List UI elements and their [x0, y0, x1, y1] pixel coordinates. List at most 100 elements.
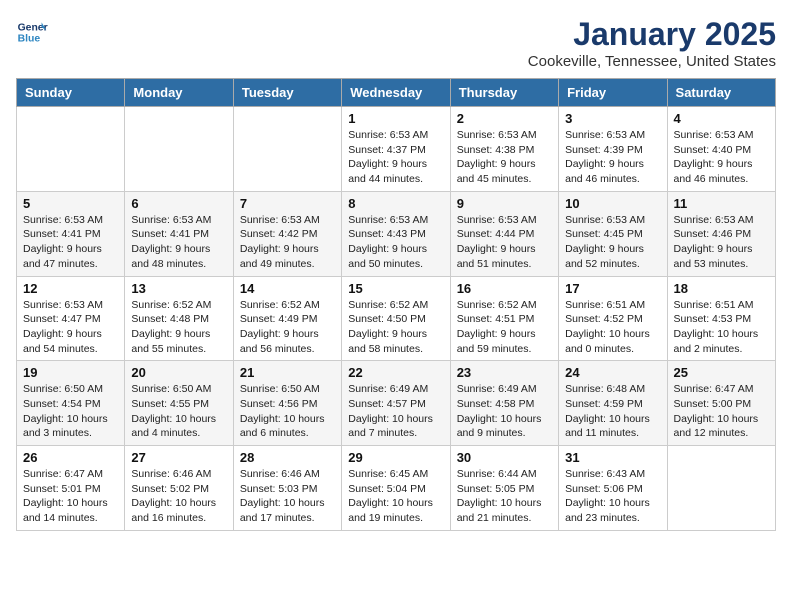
- day-info: Sunrise: 6:45 AM Sunset: 5:04 PM Dayligh…: [348, 467, 443, 526]
- calendar-header-row: SundayMondayTuesdayWednesdayThursdayFrid…: [17, 79, 776, 107]
- day-number: 15: [348, 281, 443, 296]
- day-number: 11: [674, 196, 769, 211]
- calendar-cell: 1Sunrise: 6:53 AM Sunset: 4:37 PM Daylig…: [342, 107, 450, 192]
- page-header: General Blue January 2025 Cookeville, Te…: [16, 16, 776, 70]
- day-number: 10: [565, 196, 660, 211]
- calendar-week-3: 12 Sunrise: 6:53 AM Sunset: 4:47 PM Dayli…: [17, 276, 776, 361]
- day-number: 9: [457, 196, 552, 211]
- day-number: 26: [23, 450, 118, 465]
- calendar-cell: 2 Sunrise: 6:53 AM Sunset: 4:38 PM Daylig…: [450, 107, 558, 192]
- day-info: Sunrise: 6:53 AM Sunset: 4:46 PM Dayligh…: [674, 213, 769, 272]
- day-number: 13: [131, 281, 226, 296]
- day-header-sunday: Sunday: [17, 79, 125, 107]
- day-number: 5: [23, 196, 118, 211]
- day-number: 31: [565, 450, 660, 465]
- day-info: Sunrise: 6:51 AM Sunset: 4:52 PM Dayligh…: [565, 298, 660, 357]
- day-number: 2: [457, 111, 552, 126]
- calendar-cell: [667, 446, 775, 531]
- day-info: Sunrise: 6:52 AM Sunset: 4:50 PM Dayligh…: [348, 298, 443, 357]
- day-number: 6: [131, 196, 226, 211]
- day-number: 16: [457, 281, 552, 296]
- logo-icon: General Blue: [16, 16, 48, 48]
- day-info: Sunrise: 6:47 AM Sunset: 5:00 PM Dayligh…: [674, 382, 769, 441]
- calendar-cell: 23 Sunrise: 6:49 AM Sunset: 4:58 PM Dayli…: [450, 361, 558, 446]
- main-title: January 2025: [528, 16, 776, 53]
- day-info: Sunrise: 6:53 AM Sunset: 4:44 PM Dayligh…: [457, 213, 552, 272]
- day-info: Sunrise: 6:53 AM Sunset: 4:45 PM Dayligh…: [565, 213, 660, 272]
- day-info: Sunrise: 6:53 AM Sunset: 4:41 PM Dayligh…: [23, 213, 118, 272]
- calendar-cell: 15 Sunrise: 6:52 AM Sunset: 4:50 PM Dayli…: [342, 276, 450, 361]
- calendar-cell: [233, 107, 341, 192]
- day-info: Sunrise: 6:53 AM Sunset: 4:41 PM Dayligh…: [131, 213, 226, 272]
- day-info: Sunrise: 6:50 AM Sunset: 4:54 PM Dayligh…: [23, 382, 118, 441]
- calendar-cell: 27 Sunrise: 6:46 AM Sunset: 5:02 PM Dayli…: [125, 446, 233, 531]
- day-header-wednesday: Wednesday: [342, 79, 450, 107]
- day-number: 18: [674, 281, 769, 296]
- day-number: 4: [674, 111, 769, 126]
- calendar-cell: 21Sunrise: 6:50 AM Sunset: 4:56 PM Dayli…: [233, 361, 341, 446]
- calendar-cell: 30Sunrise: 6:44 AM Sunset: 5:05 PM Dayli…: [450, 446, 558, 531]
- day-info: Sunrise: 6:49 AM Sunset: 4:58 PM Dayligh…: [457, 382, 552, 441]
- calendar-cell: 29Sunrise: 6:45 AM Sunset: 5:04 PM Dayli…: [342, 446, 450, 531]
- calendar-cell: 26 Sunrise: 6:47 AM Sunset: 5:01 PM Dayli…: [17, 446, 125, 531]
- title-block: January 2025 Cookeville, Tennessee, Unit…: [528, 16, 776, 70]
- day-number: 17: [565, 281, 660, 296]
- day-header-saturday: Saturday: [667, 79, 775, 107]
- day-info: Sunrise: 6:53 AM Sunset: 4:43 PM Dayligh…: [348, 213, 443, 272]
- calendar-cell: 5 Sunrise: 6:53 AM Sunset: 4:41 PM Daylig…: [17, 191, 125, 276]
- calendar-cell: 14 Sunrise: 6:52 AM Sunset: 4:49 PM Dayli…: [233, 276, 341, 361]
- calendar-cell: 11 Sunrise: 6:53 AM Sunset: 4:46 PM Dayli…: [667, 191, 775, 276]
- calendar-cell: 9 Sunrise: 6:53 AM Sunset: 4:44 PM Daylig…: [450, 191, 558, 276]
- day-header-friday: Friday: [559, 79, 667, 107]
- calendar-cell: 28 Sunrise: 6:46 AM Sunset: 5:03 PM Dayli…: [233, 446, 341, 531]
- day-number: 12: [23, 281, 118, 296]
- day-info: Sunrise: 6:52 AM Sunset: 4:48 PM Dayligh…: [131, 298, 226, 357]
- day-number: 19: [23, 365, 118, 380]
- day-number: 23: [457, 365, 552, 380]
- day-info: Sunrise: 6:50 AM Sunset: 4:56 PM Dayligh…: [240, 382, 335, 441]
- calendar-cell: 20 Sunrise: 6:50 AM Sunset: 4:55 PM Dayli…: [125, 361, 233, 446]
- calendar-week-2: 5 Sunrise: 6:53 AM Sunset: 4:41 PM Daylig…: [17, 191, 776, 276]
- calendar-cell: 31Sunrise: 6:43 AM Sunset: 5:06 PM Dayli…: [559, 446, 667, 531]
- calendar-cell: 4 Sunrise: 6:53 AM Sunset: 4:40 PM Daylig…: [667, 107, 775, 192]
- calendar-cell: 10 Sunrise: 6:53 AM Sunset: 4:45 PM Dayli…: [559, 191, 667, 276]
- calendar-cell: 24Sunrise: 6:48 AM Sunset: 4:59 PM Dayli…: [559, 361, 667, 446]
- day-info: Sunrise: 6:46 AM Sunset: 5:03 PM Dayligh…: [240, 467, 335, 526]
- day-number: 14: [240, 281, 335, 296]
- day-info: Sunrise: 6:53 AM Sunset: 4:38 PM Dayligh…: [457, 128, 552, 187]
- day-info: Sunrise: 6:47 AM Sunset: 5:01 PM Dayligh…: [23, 467, 118, 526]
- day-number: 27: [131, 450, 226, 465]
- calendar-cell: [125, 107, 233, 192]
- day-info: Sunrise: 6:53 AM Sunset: 4:47 PM Dayligh…: [23, 298, 118, 357]
- day-info: Sunrise: 6:52 AM Sunset: 4:51 PM Dayligh…: [457, 298, 552, 357]
- calendar-week-1: 1Sunrise: 6:53 AM Sunset: 4:37 PM Daylig…: [17, 107, 776, 192]
- calendar-cell: 8 Sunrise: 6:53 AM Sunset: 4:43 PM Daylig…: [342, 191, 450, 276]
- day-info: Sunrise: 6:46 AM Sunset: 5:02 PM Dayligh…: [131, 467, 226, 526]
- day-info: Sunrise: 6:53 AM Sunset: 4:40 PM Dayligh…: [674, 128, 769, 187]
- day-number: 20: [131, 365, 226, 380]
- day-header-thursday: Thursday: [450, 79, 558, 107]
- logo: General Blue: [16, 16, 48, 48]
- calendar-cell: 25Sunrise: 6:47 AM Sunset: 5:00 PM Dayli…: [667, 361, 775, 446]
- day-info: Sunrise: 6:53 AM Sunset: 4:39 PM Dayligh…: [565, 128, 660, 187]
- day-info: Sunrise: 6:48 AM Sunset: 4:59 PM Dayligh…: [565, 382, 660, 441]
- calendar-cell: [17, 107, 125, 192]
- calendar-week-5: 26 Sunrise: 6:47 AM Sunset: 5:01 PM Dayli…: [17, 446, 776, 531]
- day-info: Sunrise: 6:49 AM Sunset: 4:57 PM Dayligh…: [348, 382, 443, 441]
- svg-text:Blue: Blue: [18, 34, 41, 45]
- day-number: 30: [457, 450, 552, 465]
- calendar-cell: 6 Sunrise: 6:53 AM Sunset: 4:41 PM Daylig…: [125, 191, 233, 276]
- calendar-cell: 19 Sunrise: 6:50 AM Sunset: 4:54 PM Dayli…: [17, 361, 125, 446]
- day-number: 1: [348, 111, 443, 126]
- subtitle: Cookeville, Tennessee, United States: [528, 53, 776, 70]
- calendar-cell: 16 Sunrise: 6:52 AM Sunset: 4:51 PM Dayli…: [450, 276, 558, 361]
- calendar-cell: 7Sunrise: 6:53 AM Sunset: 4:42 PM Daylig…: [233, 191, 341, 276]
- calendar-cell: 3Sunrise: 6:53 AM Sunset: 4:39 PM Daylig…: [559, 107, 667, 192]
- day-number: 8: [348, 196, 443, 211]
- day-number: 28: [240, 450, 335, 465]
- calendar-cell: 17 Sunrise: 6:51 AM Sunset: 4:52 PM Dayli…: [559, 276, 667, 361]
- calendar-cell: 18Sunrise: 6:51 AM Sunset: 4:53 PM Dayli…: [667, 276, 775, 361]
- day-info: Sunrise: 6:52 AM Sunset: 4:49 PM Dayligh…: [240, 298, 335, 357]
- day-info: Sunrise: 6:50 AM Sunset: 4:55 PM Dayligh…: [131, 382, 226, 441]
- calendar-cell: 22Sunrise: 6:49 AM Sunset: 4:57 PM Dayli…: [342, 361, 450, 446]
